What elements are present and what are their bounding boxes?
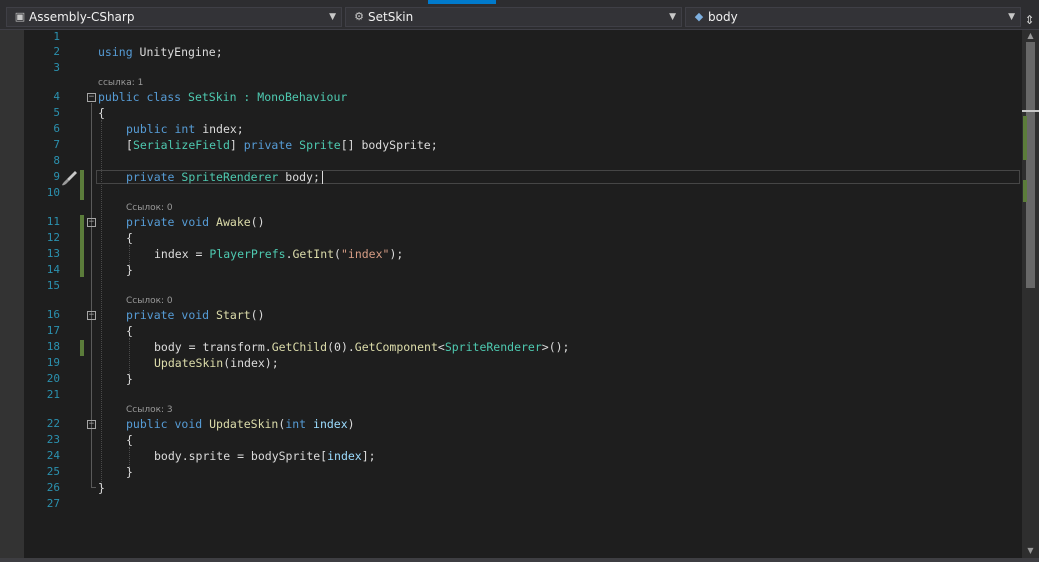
field-icon: ◆	[694, 10, 704, 23]
line-number: 21	[46, 388, 60, 401]
project-dropdown[interactable]: ▣ Assembly-CSharp ▼	[6, 7, 342, 27]
line-number: 6	[53, 122, 60, 135]
code-line-11: private void Awake()	[126, 215, 265, 229]
paint-brush-icon[interactable]	[60, 169, 78, 187]
editor-margin	[0, 30, 24, 558]
code-line-17: {	[126, 324, 133, 338]
code-line-6: public int index;	[126, 122, 244, 136]
collapse-updateskin-toggle[interactable]: −	[87, 420, 96, 429]
line-number: 20	[46, 372, 60, 385]
codelens-references[interactable]: Ссылок: 0	[126, 295, 173, 307]
type-dropdown[interactable]: ⚙ SetSkin ▼	[345, 7, 682, 27]
chevron-down-icon: ▼	[669, 12, 676, 22]
line-number: 17	[46, 324, 60, 337]
line-number: 11	[46, 215, 60, 228]
code-line-9: private SpriteRenderer body;	[126, 170, 320, 184]
active-tab-indicator	[428, 0, 496, 4]
line-number: 12	[46, 231, 60, 244]
codelens-references[interactable]: Ссылок: 0	[126, 202, 173, 214]
line-number: 15	[46, 279, 60, 292]
code-line-14: }	[126, 263, 133, 277]
scroll-down-icon[interactable]: ▼	[1022, 546, 1039, 556]
code-line-24: body.sprite = bodySprite[index];	[154, 449, 376, 463]
navigation-bar: ▣ Assembly-CSharp ▼ ⚙ SetSkin ▼ ◆ body ▼…	[0, 5, 1039, 30]
collapse-class-toggle[interactable]: −	[87, 93, 96, 102]
line-number: 22	[46, 417, 60, 430]
code-line-19: UpdateSkin(index);	[154, 356, 279, 370]
code-line-13: index = PlayerPrefs.GetInt("index");	[154, 247, 404, 261]
code-line-22: public void UpdateSkin(int index)	[126, 417, 355, 431]
line-number: 10	[46, 186, 60, 199]
chevron-down-icon: ▼	[1008, 12, 1015, 22]
change-marker	[80, 170, 84, 200]
change-marker	[80, 215, 84, 277]
codelens-references[interactable]: Ссылок: 3	[126, 404, 173, 416]
line-number: 25	[46, 465, 60, 478]
scrollbar-change-mark	[1023, 116, 1027, 160]
scrollbar-change-mark	[1023, 180, 1027, 202]
fold-line	[91, 103, 92, 488]
line-number: 7	[53, 138, 60, 151]
line-number: 1	[53, 30, 60, 43]
scroll-up-icon[interactable]: ▲	[1022, 31, 1039, 41]
horizontal-scrollbar[interactable]	[0, 558, 1039, 562]
type-dropdown-label: SetSkin	[368, 10, 414, 24]
code-line-23: {	[126, 433, 133, 447]
code-line-12: {	[126, 231, 133, 245]
member-dropdown-label: body	[708, 10, 738, 24]
code-line-4: public class SetSkin : MonoBehaviour	[98, 90, 348, 104]
vertical-scrollbar[interactable]: ▲ ▼	[1022, 30, 1039, 558]
line-number: 23	[46, 433, 60, 446]
line-number: 5	[53, 106, 60, 119]
line-number: 27	[46, 497, 60, 510]
code-line-20: }	[126, 372, 133, 386]
code-line-7: [SerializeField] private Sprite[] bodySp…	[126, 138, 438, 152]
code-line-26: }	[98, 481, 105, 495]
csharp-project-icon: ▣	[14, 10, 26, 23]
scrollbar-caret-mark	[1022, 110, 1039, 112]
scrollbar-thumb[interactable]	[1026, 42, 1035, 288]
code-line-25: }	[126, 465, 133, 479]
project-dropdown-label: Assembly-CSharp	[29, 10, 135, 24]
change-marker	[80, 340, 84, 356]
code-line-5: {	[98, 106, 105, 120]
text-caret	[322, 171, 323, 184]
line-number: 19	[46, 356, 60, 369]
line-number: 18	[46, 340, 60, 353]
line-number: 2	[53, 45, 60, 58]
line-number: 8	[53, 154, 60, 167]
line-number: 4	[53, 90, 60, 103]
code-editor[interactable]: 1 2 3 4 5 6 7 8 9 10 11 12 13 14 15 16 1…	[0, 30, 1022, 558]
line-number: 14	[46, 263, 60, 276]
member-dropdown[interactable]: ◆ body ▼	[685, 7, 1021, 27]
line-number: 13	[46, 247, 60, 260]
line-number: 26	[46, 481, 60, 494]
line-number: 16	[46, 308, 60, 321]
line-number: 9	[53, 170, 60, 183]
collapse-start-toggle[interactable]: −	[87, 311, 96, 320]
line-number: 3	[53, 61, 60, 74]
code-line-18: body = transform.GetChild(0).GetComponen…	[154, 340, 570, 354]
class-icon: ⚙	[354, 10, 364, 23]
line-number: 24	[46, 449, 60, 462]
codelens-references[interactable]: ссылка: 1	[98, 77, 143, 89]
collapse-awake-toggle[interactable]: −	[87, 218, 96, 227]
code-line-2: using UnityEngine;	[98, 45, 223, 59]
chevron-down-icon: ▼	[329, 12, 336, 22]
code-line-16: private void Start()	[126, 308, 265, 322]
fold-end	[91, 487, 96, 488]
split-editor-icon[interactable]: ⇕	[1022, 11, 1037, 29]
